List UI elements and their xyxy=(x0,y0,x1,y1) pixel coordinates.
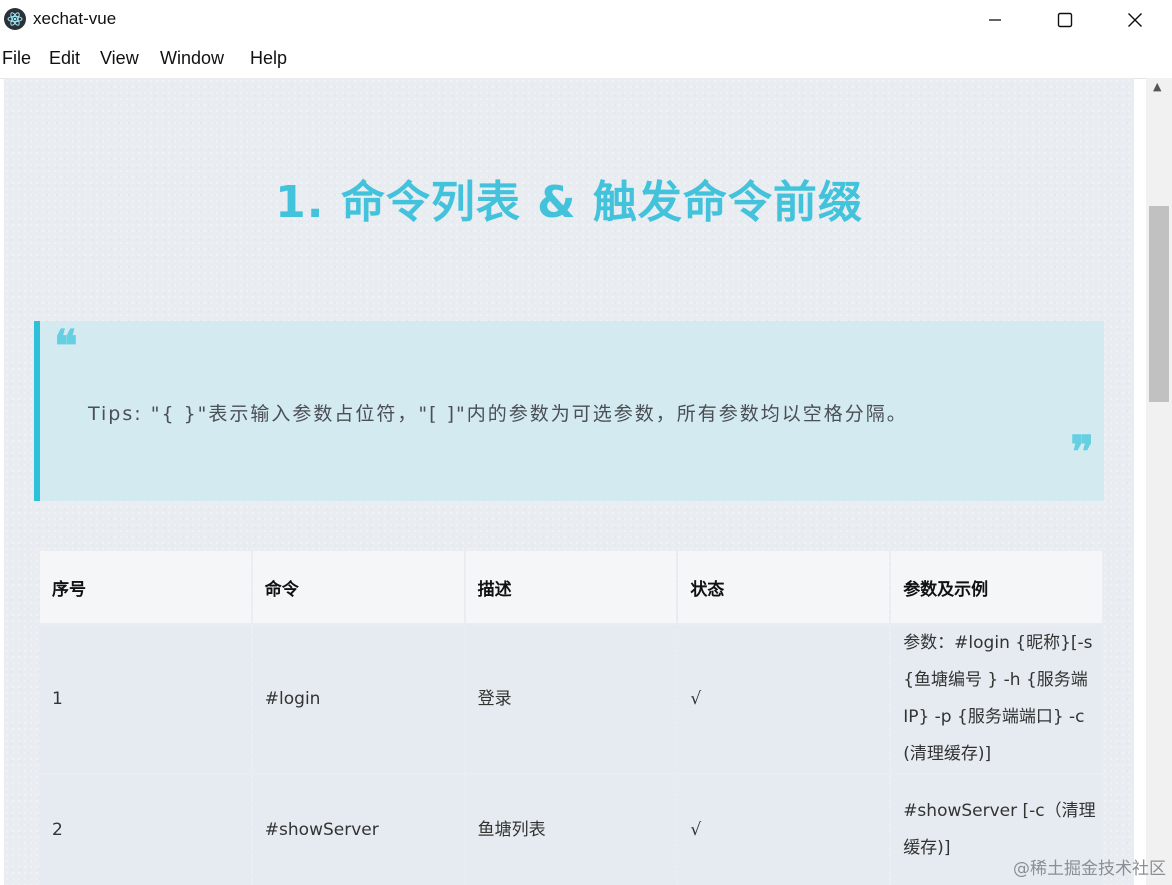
menu-edit[interactable]: Edit xyxy=(49,48,80,69)
menu-view[interactable]: View xyxy=(100,48,139,69)
window-title: xechat-vue xyxy=(33,9,117,28)
cell-status: √ xyxy=(678,625,890,773)
header-command: 命令 xyxy=(252,551,464,623)
header-status: 状态 xyxy=(678,551,890,623)
cell-command: #login xyxy=(252,625,464,773)
header-description: 描述 xyxy=(465,551,677,623)
minimize-icon xyxy=(989,19,1001,21)
maximize-icon xyxy=(1057,12,1073,28)
header-params: 参数及示例 xyxy=(891,551,1102,623)
table-row: 2 #showServer 鱼塘列表 √ #showServer [-c（清理缓… xyxy=(40,775,1102,885)
maximize-button[interactable] xyxy=(1030,0,1100,40)
tip-text: Tips: "{ }"表示输入参数占位符，"[ ]"内的参数为可选参数，所有参数… xyxy=(88,403,908,425)
minimize-button[interactable] xyxy=(960,0,1030,40)
open-quote-icon: ❝ xyxy=(54,321,78,372)
header-index: 序号 xyxy=(40,551,251,623)
cell-description: 鱼塘列表 xyxy=(465,775,677,885)
close-quote-icon: ❞ xyxy=(1070,427,1094,478)
vertical-scrollbar[interactable] xyxy=(1146,78,1172,885)
cell-status: √ xyxy=(678,775,890,885)
table-row: 1 #login 登录 √ 参数：#login {昵称}[-s {鱼塘编号 } … xyxy=(40,625,1102,773)
tip-blockquote: ❝ Tips: "{ }"表示输入参数占位符，"[ ]"内的参数为可选参数，所有… xyxy=(34,321,1104,501)
cell-description: 登录 xyxy=(465,625,677,773)
command-table: 序号 命令 描述 状态 参数及示例 1 #login 登录 √ 参数：#logi… xyxy=(38,549,1104,885)
close-button[interactable] xyxy=(1100,0,1170,40)
page-title: 1. 命令列表 & 触发命令前缀 xyxy=(275,177,863,228)
scroll-up-arrow-icon[interactable]: ▲ xyxy=(1153,80,1161,93)
cell-command: #showServer xyxy=(252,775,464,885)
menu-bar: File Edit View Window Help xyxy=(0,40,1172,79)
watermark: @稀土掘金技术社区 xyxy=(1013,859,1166,879)
table-header-row: 序号 命令 描述 状态 参数及示例 xyxy=(40,551,1102,623)
menu-window[interactable]: Window xyxy=(160,48,224,69)
electron-icon xyxy=(4,8,26,30)
cell-index: 2 xyxy=(40,775,251,885)
menu-file[interactable]: File xyxy=(2,48,31,69)
close-icon xyxy=(1128,13,1142,27)
menu-help[interactable]: Help xyxy=(250,48,287,69)
scrollbar-thumb[interactable] xyxy=(1149,206,1169,402)
cell-index: 1 xyxy=(40,625,251,773)
document-content: 1. 命令列表 & 触发命令前缀 ❝ Tips: "{ }"表示输入参数占位符，… xyxy=(4,78,1134,885)
title-bar: xechat-vue xyxy=(0,0,1172,40)
cell-params: 参数：#login {昵称}[-s {鱼塘编号 } -h {服务端IP} -p … xyxy=(891,625,1102,773)
